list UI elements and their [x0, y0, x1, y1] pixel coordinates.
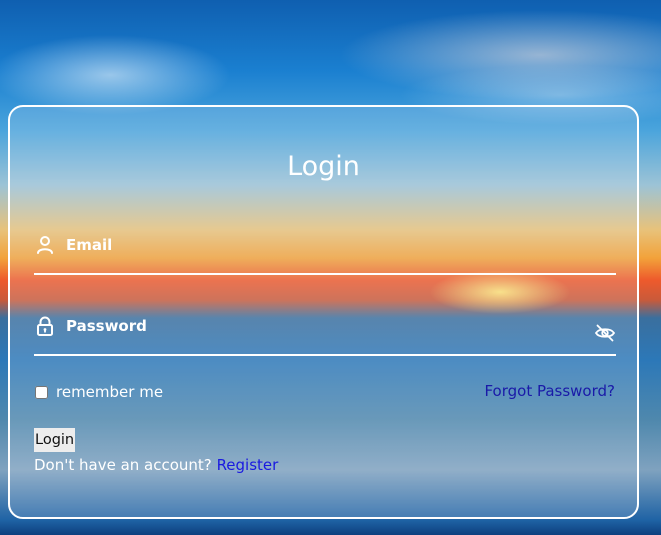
password-label: Password [66, 317, 147, 335]
forgot-password-link[interactable]: Forgot Password? [484, 382, 615, 400]
remember-me[interactable]: remember me [35, 383, 163, 401]
eye-off-icon[interactable] [594, 322, 616, 344]
password-field[interactable]: Password [34, 310, 616, 356]
login-title: Login [287, 151, 360, 182]
lock-icon [36, 316, 54, 336]
login-panel: Login Email Password remember me Forgot … [8, 105, 639, 519]
login-button[interactable]: Login [34, 428, 76, 452]
user-icon [36, 235, 54, 255]
signup-prompt-text: Don't have an account? [34, 456, 212, 474]
email-field[interactable]: Email [34, 229, 616, 275]
signup-prompt: Don't have an account? Register [34, 456, 278, 474]
register-link[interactable]: Register [217, 456, 279, 474]
remember-me-checkbox[interactable] [35, 385, 48, 399]
remember-me-label: remember me [56, 383, 164, 401]
email-label: Email [66, 236, 113, 254]
